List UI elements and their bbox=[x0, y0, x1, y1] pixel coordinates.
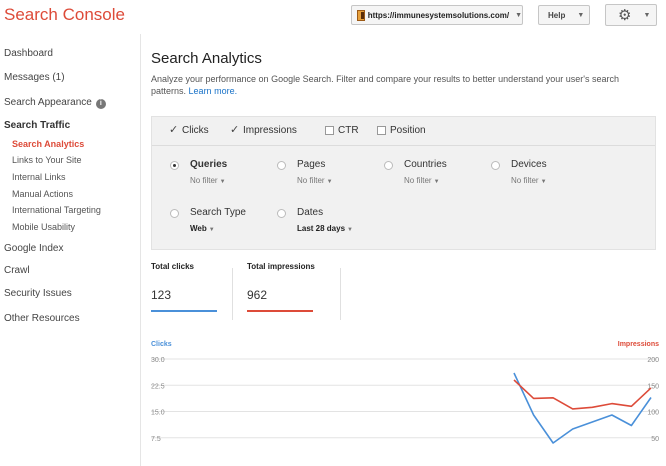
radio-icon[interactable] bbox=[277, 161, 286, 170]
right-axis-label: Impressions bbox=[618, 341, 659, 348]
sidebar-item-messages[interactable]: Messages (1) bbox=[4, 72, 65, 83]
sidebar: Dashboard Messages (1) Search Appearance… bbox=[0, 34, 141, 466]
group-label: Pages bbox=[297, 159, 326, 170]
group-label: Queries bbox=[190, 159, 228, 170]
left-tick-label: 7.5 bbox=[151, 436, 161, 443]
sidebar-item-label: Search Appearance bbox=[4, 97, 92, 108]
impressions-series-line[interactable] bbox=[513, 379, 652, 410]
help-button[interactable]: Help ▼ bbox=[538, 5, 590, 25]
group-label: Countries bbox=[404, 159, 447, 170]
page-description: Analyze your performance on Google Searc… bbox=[151, 73, 656, 97]
stat-label: Total impressions bbox=[247, 262, 315, 271]
metric-label: Clicks bbox=[182, 125, 209, 136]
filter-dropdown[interactable]: No filter ▼ bbox=[297, 176, 333, 185]
site-selector[interactable]: https://immunesystemsolutions.com/ ▼ bbox=[351, 5, 523, 25]
filter-dropdown[interactable]: No filter ▼ bbox=[190, 176, 226, 185]
right-tick-label: 100 bbox=[647, 410, 659, 417]
sidebar-item-links-to-your-site[interactable]: Links to Your Site bbox=[12, 155, 82, 165]
sidebar-item-google-index[interactable]: Google Index bbox=[4, 243, 64, 254]
chevron-down-icon: ▼ bbox=[540, 179, 547, 185]
metric-label: Position bbox=[390, 125, 426, 136]
radio-icon[interactable] bbox=[170, 161, 179, 170]
chevron-down-icon: ▼ bbox=[347, 227, 353, 233]
sidebar-item-search-traffic[interactable]: Search Traffic bbox=[4, 120, 70, 131]
divider bbox=[340, 268, 341, 320]
metric-clicks[interactable]: Clicks bbox=[169, 123, 209, 136]
main-content: Search Analytics Analyze your performanc… bbox=[142, 34, 666, 466]
group-label: Dates bbox=[297, 207, 324, 218]
stat-value: 123 bbox=[151, 288, 172, 302]
filter-panel: Clicks Impressions CTR Position Queries … bbox=[151, 116, 656, 250]
sidebar-item-search-analytics[interactable]: Search Analytics bbox=[12, 139, 84, 149]
checkbox-icon[interactable] bbox=[169, 123, 178, 136]
sidebar-item-crawl[interactable]: Crawl bbox=[4, 265, 30, 276]
sidebar-item-manual-actions[interactable]: Manual Actions bbox=[12, 189, 73, 199]
sidebar-item-mobile-usability[interactable]: Mobile Usability bbox=[12, 222, 75, 232]
chevron-down-icon: ▼ bbox=[577, 11, 585, 19]
metric-label: Impressions bbox=[243, 125, 297, 136]
sidebar-item-security-issues[interactable]: Security Issues bbox=[4, 288, 72, 299]
chevron-down-icon: ▼ bbox=[208, 227, 215, 233]
radio-icon[interactable] bbox=[277, 209, 286, 218]
info-icon[interactable]: i bbox=[95, 99, 106, 109]
chevron-down-icon: ▼ bbox=[219, 179, 226, 185]
app-title[interactable]: Search Console bbox=[4, 5, 125, 25]
site-url: https://immunesystemsolutions.com/ bbox=[367, 10, 510, 20]
metrics-row: Clicks Impressions CTR Position bbox=[152, 117, 655, 146]
left-tick-label: 30.0 bbox=[151, 357, 165, 364]
impressions-underline bbox=[247, 310, 313, 312]
settings-button[interactable]: ⚙ ▼ bbox=[605, 4, 657, 26]
left-tick-label: 22.5 bbox=[151, 383, 165, 390]
radio-icon[interactable] bbox=[170, 209, 179, 218]
group-label: Devices bbox=[511, 159, 547, 170]
stat-label: Total clicks bbox=[151, 262, 194, 271]
filter-dropdown[interactable]: Last 28 days ▼ bbox=[297, 224, 353, 233]
filter-dropdown[interactable]: Web ▼ bbox=[190, 224, 215, 233]
clicks-underline bbox=[151, 310, 217, 312]
right-tick-label: 200 bbox=[647, 357, 659, 364]
filter-dropdown[interactable]: No filter ▼ bbox=[404, 176, 440, 185]
right-tick-label: 50 bbox=[651, 436, 659, 443]
site-favicon-icon bbox=[357, 9, 365, 21]
checkbox-icon[interactable] bbox=[377, 126, 386, 135]
top-bar: Search Console https://immunesystemsolut… bbox=[0, 0, 666, 34]
chevron-down-icon: ▼ bbox=[326, 179, 333, 185]
divider bbox=[232, 268, 233, 320]
radio-icon[interactable] bbox=[491, 161, 500, 170]
metric-position[interactable]: Position bbox=[377, 125, 426, 136]
learn-more-link[interactable]: Learn more. bbox=[189, 86, 238, 96]
metric-ctr[interactable]: CTR bbox=[325, 125, 359, 136]
group-label: Search Type bbox=[190, 207, 246, 218]
sidebar-item-other-resources[interactable]: Other Resources bbox=[4, 313, 80, 324]
filter-dropdown[interactable]: No filter ▼ bbox=[511, 176, 547, 185]
help-label: Help bbox=[548, 10, 566, 20]
sidebar-item-dashboard[interactable]: Dashboard bbox=[4, 48, 53, 59]
total-impressions-card[interactable]: Total impressions 962 bbox=[247, 262, 315, 312]
checkbox-icon[interactable] bbox=[325, 126, 334, 135]
metric-impressions[interactable]: Impressions bbox=[230, 123, 297, 136]
sidebar-item-international-targeting[interactable]: International Targeting bbox=[12, 205, 101, 215]
sidebar-item-internal-links[interactable]: Internal Links bbox=[12, 172, 66, 182]
metric-label: CTR bbox=[338, 125, 359, 136]
chevron-down-icon: ▼ bbox=[643, 11, 651, 19]
stat-value: 962 bbox=[247, 288, 268, 302]
radio-icon[interactable] bbox=[384, 161, 393, 170]
page-title: Search Analytics bbox=[151, 50, 262, 67]
gear-icon: ⚙ bbox=[618, 6, 632, 24]
left-tick-label: 15.0 bbox=[151, 410, 165, 417]
sidebar-item-search-appearance[interactable]: Search Appearance i bbox=[4, 97, 106, 109]
left-axis-label: Clicks bbox=[151, 341, 172, 348]
chevron-down-icon: ▼ bbox=[515, 11, 522, 19]
checkbox-icon[interactable] bbox=[230, 123, 239, 136]
chevron-down-icon: ▼ bbox=[433, 179, 440, 185]
performance-chart[interactable]: Clicks Impressions30.0 20022.5 15015.0 1007.… bbox=[142, 334, 666, 466]
total-clicks-card[interactable]: Total clicks 123 bbox=[151, 262, 217, 312]
